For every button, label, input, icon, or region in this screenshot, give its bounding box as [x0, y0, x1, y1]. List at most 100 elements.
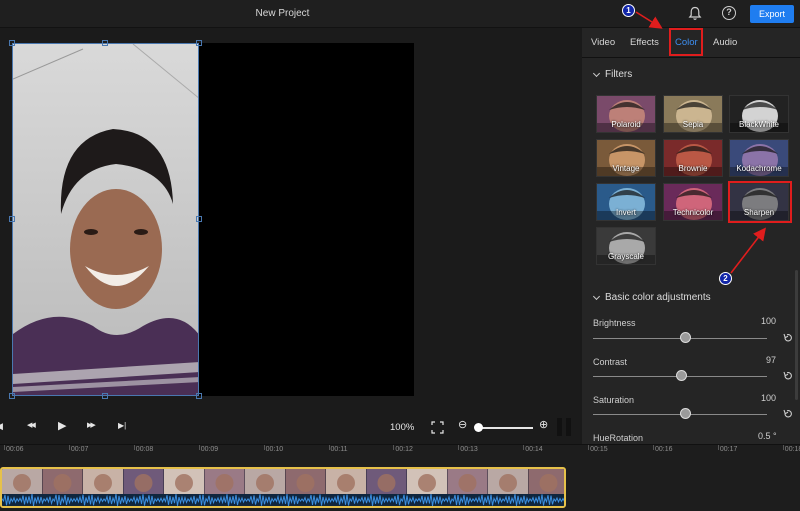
resize-handle[interactable]	[102, 40, 108, 46]
contrast-label: Contrast	[593, 357, 628, 367]
filter-label: Grayscale	[607, 252, 644, 261]
tick-mark	[4, 445, 5, 450]
tab-effects[interactable]: Effects	[630, 37, 659, 48]
tick-mark	[393, 445, 395, 450]
tick-mark	[717, 445, 719, 450]
filter-blackwhite[interactable]: BlackWhite	[729, 95, 789, 133]
filter-label: Technicolor	[672, 208, 714, 217]
resize-handle[interactable]	[196, 40, 202, 46]
reset-icon[interactable]	[783, 409, 793, 419]
tick-label: 00:14	[525, 446, 543, 453]
tick-label: 00:18	[784, 446, 800, 453]
video-preview[interactable]	[12, 43, 199, 396]
bell-icon[interactable]	[688, 6, 702, 21]
panel-scrollbar[interactable]	[795, 270, 798, 400]
adjustments-heading: Basic color adjustments	[605, 292, 711, 303]
step-1-badge: 1	[622, 4, 635, 17]
filter-grayscale[interactable]: Grayscale	[596, 227, 656, 265]
project-title: New Project	[255, 8, 310, 19]
color-tab-highlight	[669, 28, 703, 56]
zoom-slider-knob[interactable]	[474, 423, 484, 432]
resize-handle[interactable]	[9, 393, 15, 399]
playback-controls: ◀ ◀◀ ▶ ▶▶ ▶| 100% ⊖ ⊕	[0, 410, 580, 444]
filter-label: Kodachrome	[736, 164, 782, 173]
filter-vintage[interactable]: Vintage	[596, 139, 656, 177]
next-icon[interactable]: ▶|	[118, 420, 126, 432]
tab-video[interactable]: Video	[591, 37, 615, 48]
video-frame-image	[13, 44, 198, 395]
fullscreen-icon[interactable]	[431, 421, 444, 434]
tick-label: 00:08	[135, 446, 154, 453]
filter-label: Polaroid	[611, 120, 641, 129]
tab-audio[interactable]: Audio	[713, 37, 737, 48]
filters-heading: Filters	[605, 69, 633, 80]
resize-handle[interactable]	[9, 216, 15, 222]
tick-mark	[782, 445, 784, 450]
rewind-icon[interactable]: ◀◀	[27, 420, 36, 432]
brightness-value: 100	[761, 316, 777, 326]
filter-invert[interactable]: Invert	[596, 183, 656, 221]
zoom-in-icon[interactable]: ⊕	[539, 419, 548, 431]
tick-mark	[588, 445, 590, 450]
resize-handle[interactable]	[102, 393, 108, 399]
saturation-slider-knob[interactable]	[679, 408, 691, 419]
filter-label: Invert	[615, 208, 636, 217]
split-handle[interactable]	[557, 418, 562, 436]
tick-label: 00:13	[460, 446, 478, 453]
filter-label: BlackWhite	[738, 120, 779, 129]
zoom-slider[interactable]	[476, 427, 533, 429]
tick-mark	[263, 445, 265, 450]
export-button[interactable]: Export	[750, 5, 794, 23]
tick-label: 00:10	[265, 446, 284, 453]
brightness-slider-knob[interactable]	[679, 332, 691, 343]
huerotation-value: 0.5 °	[758, 431, 777, 441]
zoom-out-icon[interactable]: ⊖	[458, 419, 467, 431]
tick-mark	[523, 445, 525, 450]
filters-section-header[interactable]: Filters	[592, 69, 632, 80]
split-handle[interactable]	[566, 418, 571, 436]
previous-icon[interactable]: ◀	[0, 420, 3, 432]
fast-forward-icon[interactable]: ▶▶	[87, 420, 96, 432]
tick-mark	[328, 445, 330, 450]
help-icon[interactable]: ?	[722, 6, 736, 20]
filter-brownie[interactable]: Brownie	[663, 139, 723, 177]
tick-label: 00:09	[200, 446, 219, 453]
filter-kodachrome[interactable]: Kodachrome	[729, 139, 789, 177]
filter-technicolor[interactable]: Technicolor	[663, 183, 723, 221]
filter-polaroid[interactable]: Polaroid	[596, 95, 656, 133]
tick-label: 00:15	[590, 446, 608, 453]
huerotation-label: HueRotation	[593, 433, 644, 443]
chevron-down-icon	[592, 292, 601, 300]
tick-label: 00:11	[330, 446, 348, 453]
resize-handle[interactable]	[196, 216, 202, 222]
zoom-level: 100%	[390, 422, 415, 433]
reset-icon[interactable]	[783, 333, 793, 343]
tick-label: 00:17	[719, 446, 738, 453]
filter-label: Vintage	[612, 164, 640, 173]
sharpen-filter-highlight	[728, 181, 792, 223]
tick-mark	[458, 445, 460, 450]
contrast-value: 97	[766, 355, 777, 365]
filter-sepia[interactable]: Sepia	[663, 95, 723, 133]
saturation-label: Saturation	[593, 395, 635, 405]
resize-handle[interactable]	[9, 40, 15, 46]
clip-thumbnails	[2, 469, 564, 506]
tick-mark	[653, 445, 654, 450]
play-icon[interactable]: ▶	[58, 420, 66, 432]
tick-label: 00:12	[395, 446, 413, 453]
brightness-label: Brightness	[593, 318, 636, 328]
tick-mark	[68, 445, 70, 450]
tick-label: 00:16	[655, 446, 673, 453]
filter-label: Sepia	[682, 120, 704, 129]
resize-handle[interactable]	[196, 393, 202, 399]
adjustments-section-header[interactable]: Basic color adjustments	[592, 292, 711, 303]
step-2-badge: 2	[719, 272, 732, 285]
top-bar: New Project ? Export	[0, 0, 800, 28]
video-clip-track[interactable]	[0, 467, 566, 508]
preview-area	[0, 28, 580, 410]
filter-label: Brownie	[678, 164, 708, 173]
tick-label: 00:06	[6, 446, 24, 453]
tick-label: 00:07	[70, 446, 89, 453]
reset-icon[interactable]	[783, 371, 793, 381]
tick-mark	[133, 445, 135, 450]
